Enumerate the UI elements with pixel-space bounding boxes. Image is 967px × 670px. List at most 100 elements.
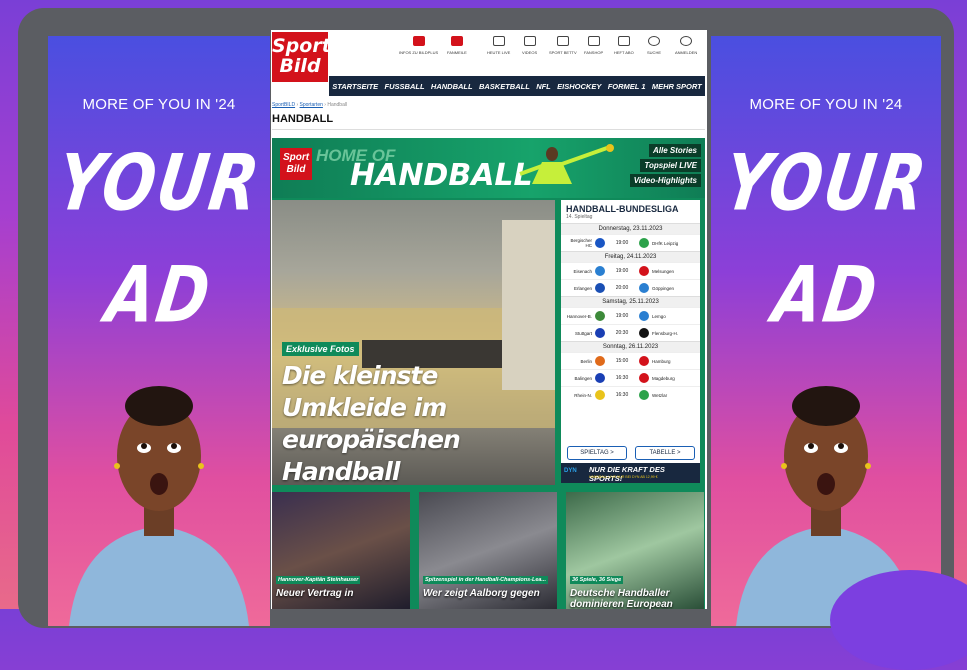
magazine-icon xyxy=(617,36,630,46)
away-crest-icon xyxy=(639,266,649,276)
decorative-bubble xyxy=(830,570,967,670)
util-fanshop[interactable]: FANSHOP xyxy=(584,36,603,55)
fixture-row[interactable]: Bergischer HC 19:00 DHfK Leipzig xyxy=(561,234,700,251)
nav-mehr-sport[interactable]: MEHR SPORT xyxy=(652,82,702,91)
card-kicker: Hannover-Kapitän Steinhauser xyxy=(276,576,361,584)
banner-logo: Sport Bild xyxy=(280,148,312,180)
ad-tagline: MORE OF YOU IN '24 xyxy=(82,96,236,113)
surprised-woman-image xyxy=(69,386,249,626)
away-team: Magdeburg xyxy=(652,375,675,381)
util-label: FANSHOP xyxy=(584,50,604,55)
fixture-day-header: Samstag, 25.11.2023 xyxy=(561,296,700,307)
fixture-list: Donnerstag, 23.11.2023 Bergischer HC 19:00… xyxy=(561,223,700,403)
away-crest-icon xyxy=(639,238,649,248)
home-team: Balingen xyxy=(574,375,592,381)
link-topspiel-live[interactable]: Topspiel LIVE xyxy=(640,159,701,172)
story-card[interactable]: Spitzenspiel in der Handball-Champions-L… xyxy=(419,492,557,609)
card-kicker: 36 Spiele, 36 Siege xyxy=(570,576,624,584)
util-label: HEFT ABO xyxy=(614,50,634,55)
home-team: Rhein-N. xyxy=(574,392,592,398)
fixture-row[interactable]: Eisenach 19:00 Melsungen xyxy=(561,262,700,279)
util-sport-bettv[interactable]: SPORT BETTV xyxy=(549,36,577,55)
home-of-handball-banner[interactable]: Sport Bild HOME OF HANDBALL Alle Stories … xyxy=(272,138,705,198)
banner-logo-top: Sport xyxy=(282,152,310,163)
fixture-row[interactable]: Hannover-B. 19:00 Lemgo xyxy=(561,307,700,324)
cart-icon xyxy=(587,36,600,46)
fixture-row[interactable]: Balingen 16:30 Magdeburg xyxy=(561,369,700,386)
link-alle-stories[interactable]: Alle Stories xyxy=(648,144,701,157)
handball-hub: Sport Bild HOME OF HANDBALL Alle Stories … xyxy=(272,138,705,609)
card-headline: Deutsche Handballer dominieren European xyxy=(570,588,673,609)
ad-tagline: MORE OF YOU IN '24 xyxy=(749,96,903,113)
dyn-promo[interactable]: DYN NUR DIE KRAFT DES SPORTS! HANDBALL L… xyxy=(561,463,700,483)
home-crest-icon xyxy=(595,311,605,321)
nav-nfl[interactable]: NFL xyxy=(536,82,551,91)
home-team: Erlangen xyxy=(573,285,592,291)
right-ad-panel[interactable]: MORE OF YOU IN '24 YOUR AD xyxy=(711,36,941,626)
home-crest-icon xyxy=(595,373,605,383)
home-crest-icon xyxy=(595,283,605,293)
util-label: INFOS ZU BILDPLUS xyxy=(399,50,439,55)
fanmeile-icon xyxy=(450,36,463,46)
story-card[interactable]: Hannover-Kapitän Steinhauser Neuer Vertr… xyxy=(272,492,410,609)
match-time: 19:00 xyxy=(615,240,629,246)
match-time: 20:00 xyxy=(615,285,629,291)
away-crest-icon xyxy=(639,356,649,366)
util-suche[interactable]: SUCHE xyxy=(647,36,661,55)
logo-bottom-text: Bild xyxy=(279,55,321,77)
match-time: 19:00 xyxy=(615,313,629,319)
play-icon xyxy=(523,36,536,46)
away-crest-icon xyxy=(639,390,649,400)
home-crest-icon xyxy=(595,238,605,248)
fixture-day-header: Donnerstag, 23.11.2023 xyxy=(561,223,700,234)
story-card[interactable]: 36 Spiele, 36 Siege Deutsche Handballer … xyxy=(566,492,704,609)
tabelle-button[interactable]: TABELLE > xyxy=(635,446,695,460)
nav-startseite[interactable]: STARTSEITE xyxy=(332,82,378,91)
breadcrumb-link[interactable]: SportBILD xyxy=(272,102,295,108)
util-heft-abo[interactable]: HEFT ABO xyxy=(614,36,634,55)
util-videos[interactable]: VIDEOS xyxy=(522,36,537,55)
util-fanmeile[interactable]: FANMEILE xyxy=(447,36,467,55)
fixture-row[interactable]: Erlangen 20:00 Göppingen xyxy=(561,279,700,296)
nav-basketball[interactable]: BASKETBALL xyxy=(479,82,530,91)
match-time: 19:00 xyxy=(615,268,629,274)
nav-formel-1[interactable]: FORMEL 1 xyxy=(608,82,646,91)
calendar-icon xyxy=(492,36,505,46)
nav-eishockey[interactable]: EISHOCKEY xyxy=(557,82,601,91)
lead-story[interactable]: Exklusive Fotos Die kleinste Umkleide im… xyxy=(272,200,555,485)
site-header: Sport Bild INFOS ZU BILDPLUS FANMEILE HE… xyxy=(271,30,707,82)
util-label: HEUTE LIVE xyxy=(487,50,511,55)
banner-logo-bottom: Bild xyxy=(286,164,306,175)
away-crest-icon xyxy=(639,283,649,293)
fixture-row[interactable]: Stuttgart 20:30 Flensburg-H. xyxy=(561,324,700,341)
match-time: 16:30 xyxy=(615,375,629,381)
breadcrumb-link[interactable]: Sportarten xyxy=(300,102,323,108)
left-ad-panel[interactable]: MORE OF YOU IN '24 YOUR AD xyxy=(48,36,270,626)
fixture-row[interactable]: Berlin 15:00 Hamburg xyxy=(561,352,700,369)
tv-icon xyxy=(556,36,569,46)
nav-handball[interactable]: HANDBALL xyxy=(431,82,473,91)
league-title[interactable]: HANDBALL-BUNDESLIGA xyxy=(561,200,700,214)
ad-big-text-1: YOUR xyxy=(718,136,934,229)
util-bildplus[interactable]: INFOS ZU BILDPLUS xyxy=(399,36,438,55)
banner-title: HANDBALL xyxy=(350,158,533,193)
sportbild-logo[interactable]: Sport Bild xyxy=(272,32,331,82)
card-headline: Wer zeigt Aalborg gegen xyxy=(423,588,540,599)
away-team: Flensburg-H. xyxy=(652,330,679,336)
link-video-highlights[interactable]: Video-Highlights xyxy=(629,174,701,187)
util-anmelden[interactable]: ANMELDEN xyxy=(675,36,697,55)
util-label: SUCHE xyxy=(647,50,662,55)
user-icon xyxy=(680,36,693,46)
util-label: FANMEILE xyxy=(447,50,467,55)
spieltag-button[interactable]: SPIELTAG > xyxy=(567,446,627,460)
away-team: Melsungen xyxy=(652,268,675,274)
util-heute-live[interactable]: HEUTE LIVE xyxy=(487,36,510,55)
nav-fussball[interactable]: FUSSBALL xyxy=(385,82,425,91)
home-crest-icon xyxy=(595,266,605,276)
league-matchday: 14. Spieltag xyxy=(566,214,593,220)
fixture-row[interactable]: Rhein-N. 16:30 Wetzlar xyxy=(561,386,700,403)
league-widget: HANDBALL-BUNDESLIGA 14. Spieltag Donners… xyxy=(561,200,700,480)
util-label: ANMELDEN xyxy=(675,50,698,55)
promo-line1: NUR DIE KRAFT DES SPORTS! xyxy=(589,465,665,483)
divider xyxy=(272,129,705,130)
